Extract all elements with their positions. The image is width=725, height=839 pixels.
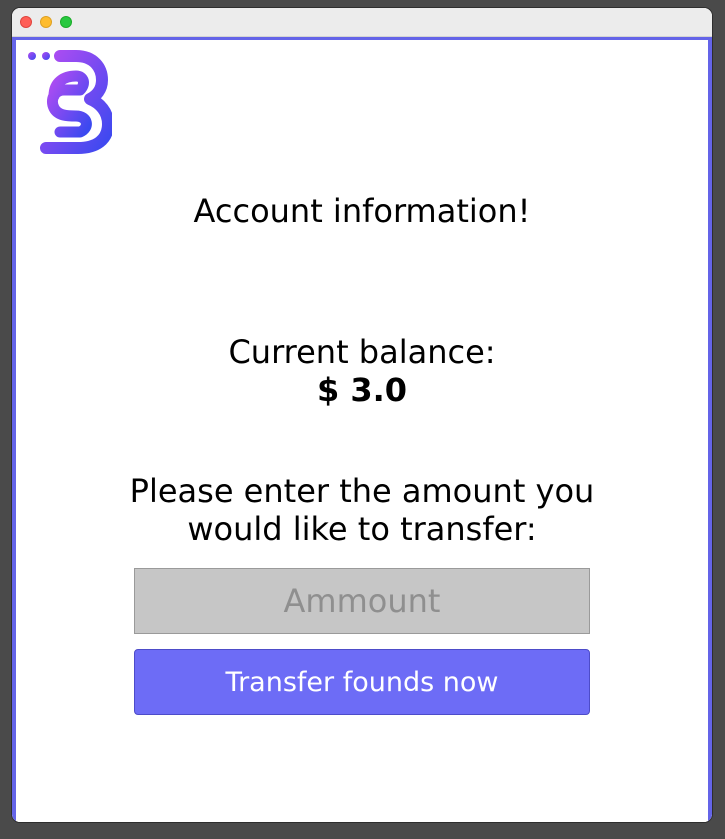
balance-value: $ 3.0 xyxy=(316,371,408,409)
close-window-button[interactable] xyxy=(20,16,32,28)
transfer-funds-button[interactable]: Transfer founds now xyxy=(134,649,590,715)
balance-label: Current balance: xyxy=(228,333,496,371)
transfer-prompt-line-2: would like to transfer: xyxy=(187,510,537,548)
transfer-prompt: Please enter the amount you would like t… xyxy=(16,472,708,548)
minimize-window-button[interactable] xyxy=(40,16,52,28)
title-bar xyxy=(12,8,712,37)
transfer-prompt-line-1: Please enter the amount you xyxy=(129,472,595,510)
maximize-window-button[interactable] xyxy=(60,16,72,28)
bank-logo-icon xyxy=(26,50,112,154)
amount-input[interactable] xyxy=(134,568,590,634)
main-panel: Account information! Current balance: $ … xyxy=(12,37,712,822)
app-window: Account information! Current balance: $ … xyxy=(12,8,712,822)
page-title: Account information! xyxy=(193,192,531,230)
